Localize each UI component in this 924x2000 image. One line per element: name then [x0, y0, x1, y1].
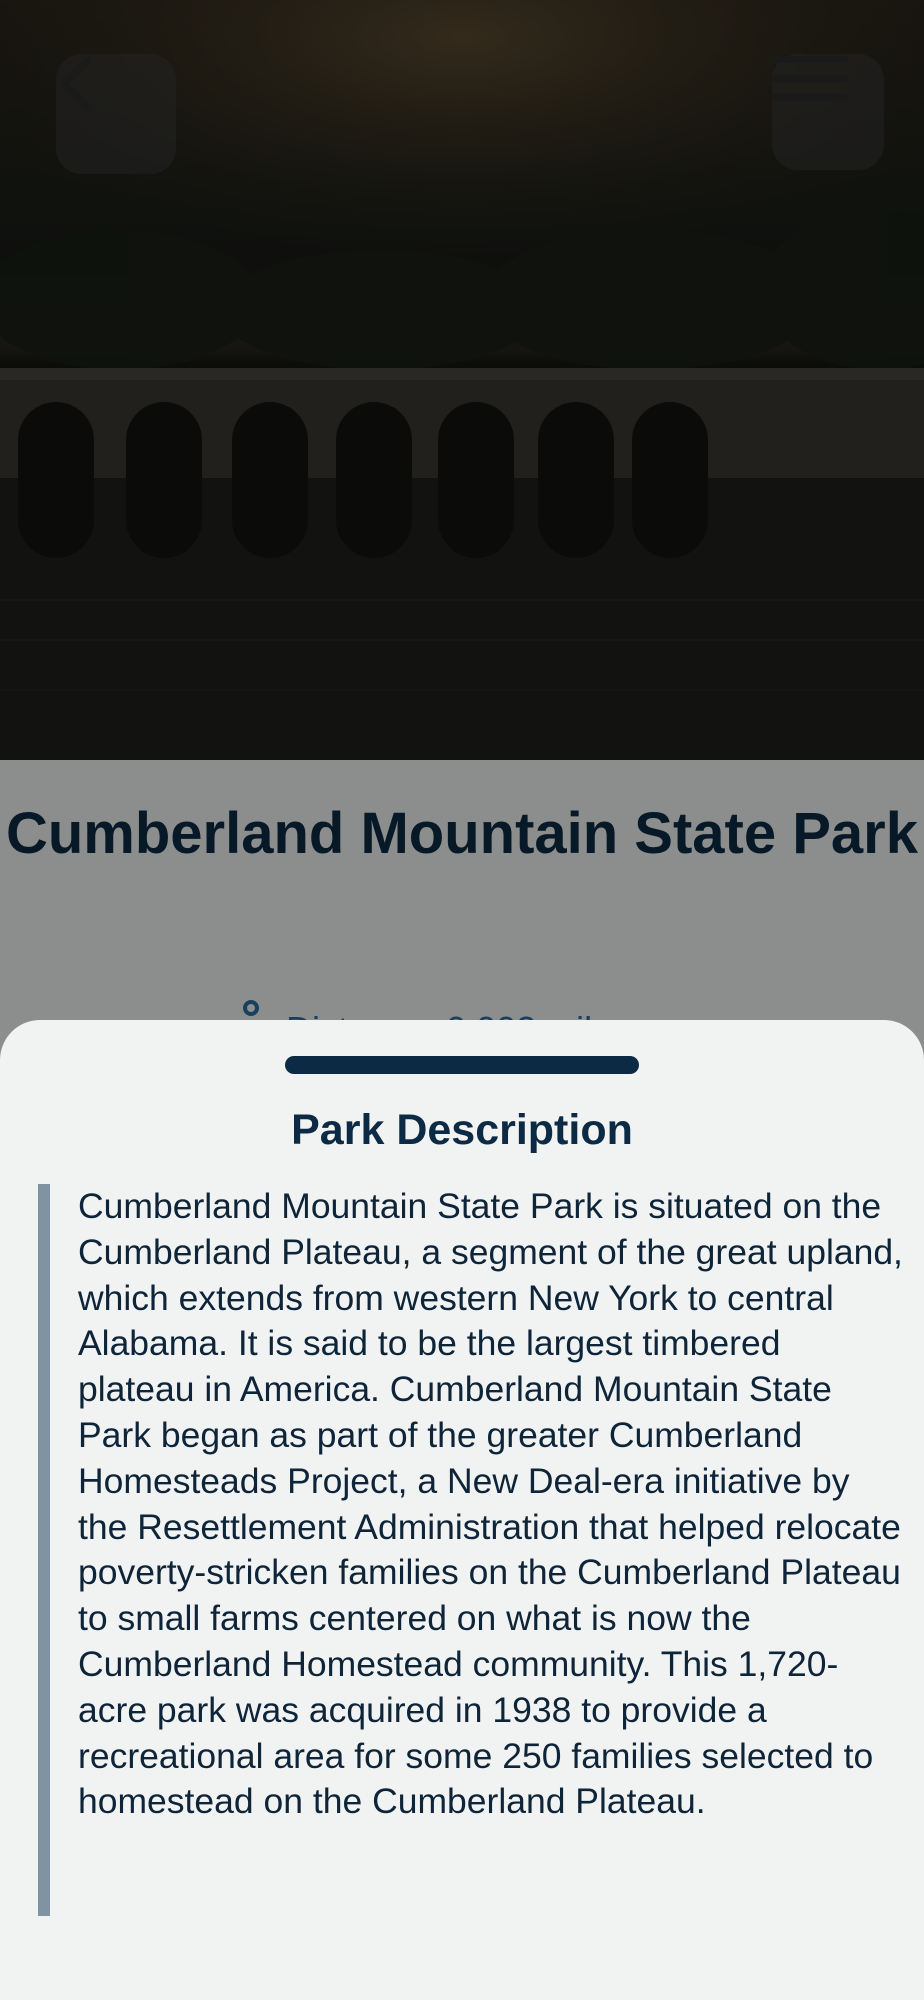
park-description-text: Cumberland Mountain State Park is situat…: [78, 1186, 903, 1822]
chevron-left-icon: [60, 56, 92, 112]
quote-bar: [38, 1184, 50, 1916]
sheet-title: Park Description: [291, 1106, 633, 1154]
hamburger-menu-icon: [772, 56, 848, 101]
sheet-drag-handle[interactable]: [285, 1056, 639, 1074]
description-quote: Cumberland Mountain State Park is situat…: [38, 1184, 904, 1916]
back-button[interactable]: [56, 54, 176, 174]
park-hero-image: [0, 0, 924, 760]
description-bottom-sheet: Park Description Cumberland Mountain Sta…: [0, 1020, 924, 2000]
park-title: Cumberland Mountain State Park: [5, 801, 919, 866]
menu-button[interactable]: [772, 54, 884, 170]
